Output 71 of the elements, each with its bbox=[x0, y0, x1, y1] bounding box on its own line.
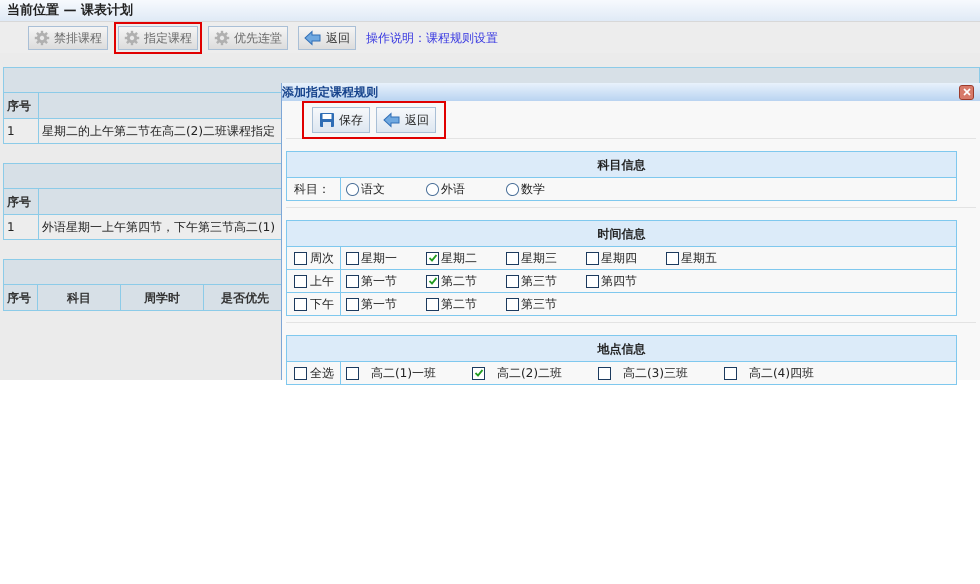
gear-icon bbox=[34, 30, 50, 46]
checkbox[interactable] bbox=[586, 252, 599, 264]
checkbox[interactable] bbox=[294, 274, 307, 288]
option-label: 星期三 bbox=[521, 250, 557, 267]
column-header: 科目 bbox=[38, 285, 121, 310]
option-label: 高二(2)二班 bbox=[497, 365, 562, 382]
checkbox[interactable] bbox=[294, 366, 307, 380]
dialog-title: 添加指定课程规则 bbox=[282, 84, 378, 101]
checkbox[interactable] bbox=[346, 274, 359, 288]
section-title: 地点信息 bbox=[287, 336, 956, 361]
row-label: 下午 bbox=[310, 296, 334, 313]
checkbox[interactable] bbox=[426, 274, 439, 288]
checkbox[interactable] bbox=[346, 298, 359, 310]
option-label: 第三节 bbox=[521, 296, 557, 313]
table-cell: 1 bbox=[4, 215, 39, 239]
option-label: 外语 bbox=[441, 181, 465, 198]
column-header: 序号 bbox=[4, 285, 38, 310]
checkbox[interactable] bbox=[346, 366, 359, 380]
option-label: 数学 bbox=[521, 181, 545, 198]
option-label: 第一节 bbox=[361, 296, 397, 313]
checkbox[interactable] bbox=[294, 298, 307, 310]
option-label: 星期一 bbox=[361, 250, 397, 267]
option-label: 星期四 bbox=[601, 250, 637, 267]
close-icon bbox=[962, 88, 970, 96]
table-cell: 1 bbox=[4, 119, 39, 143]
dialog-button[interactable]: 保存 bbox=[312, 106, 370, 132]
toolbar-button[interactable]: 返回 bbox=[298, 26, 356, 50]
back-arrow-icon bbox=[304, 30, 322, 46]
checkbox[interactable] bbox=[346, 252, 359, 264]
checkbox[interactable] bbox=[506, 252, 519, 264]
checkbox[interactable] bbox=[724, 366, 737, 380]
option-label: 高二(1)一班 bbox=[371, 365, 436, 382]
checkbox[interactable] bbox=[598, 366, 611, 380]
option-label: 第四节 bbox=[601, 273, 637, 290]
option-label: 星期二 bbox=[441, 250, 477, 267]
close-button[interactable] bbox=[959, 84, 974, 100]
back-arrow-icon bbox=[383, 112, 401, 128]
section-title: 时间信息 bbox=[287, 221, 956, 246]
checkbox[interactable] bbox=[294, 252, 307, 264]
row-label: 全选 bbox=[310, 365, 334, 382]
radio-button[interactable] bbox=[506, 182, 519, 196]
gear-icon bbox=[214, 30, 230, 46]
checkbox[interactable] bbox=[586, 274, 599, 288]
checkbox[interactable] bbox=[426, 252, 439, 264]
checkbox[interactable] bbox=[666, 252, 679, 264]
toolbar-button[interactable]: 指定课程 bbox=[118, 26, 198, 50]
checkbox[interactable] bbox=[506, 298, 519, 310]
column-header: 周学时 bbox=[121, 285, 204, 310]
option-label: 第二节 bbox=[441, 296, 477, 313]
checkbox[interactable] bbox=[426, 298, 439, 310]
option-label: 高二(4)四班 bbox=[749, 365, 814, 382]
section-title: 科目信息 bbox=[287, 152, 956, 177]
gear-icon bbox=[124, 30, 140, 46]
option-label: 第二节 bbox=[441, 273, 477, 290]
option-label: 第三节 bbox=[521, 273, 557, 290]
dialog-button[interactable]: 返回 bbox=[376, 106, 436, 132]
row-label: 周次 bbox=[310, 250, 334, 267]
toolbar-button[interactable]: 优先连堂 bbox=[208, 26, 288, 50]
option-label: 第一节 bbox=[361, 273, 397, 290]
toolbar-button[interactable]: 禁排课程 bbox=[28, 26, 108, 50]
page-title: 当前位置 — 课表计划 bbox=[7, 2, 134, 20]
radio-button[interactable] bbox=[426, 182, 439, 196]
option-label: 高二(3)三班 bbox=[623, 365, 688, 382]
row-label: 科目： bbox=[294, 181, 330, 198]
radio-button[interactable] bbox=[346, 182, 359, 196]
row-label: 上午 bbox=[310, 273, 334, 290]
option-label: 语文 bbox=[361, 181, 385, 198]
help-link[interactable]: 操作说明：课程规则设置 bbox=[366, 28, 498, 46]
checkbox[interactable] bbox=[472, 366, 485, 380]
option-label: 星期五 bbox=[681, 250, 717, 267]
checkbox[interactable] bbox=[506, 274, 519, 288]
